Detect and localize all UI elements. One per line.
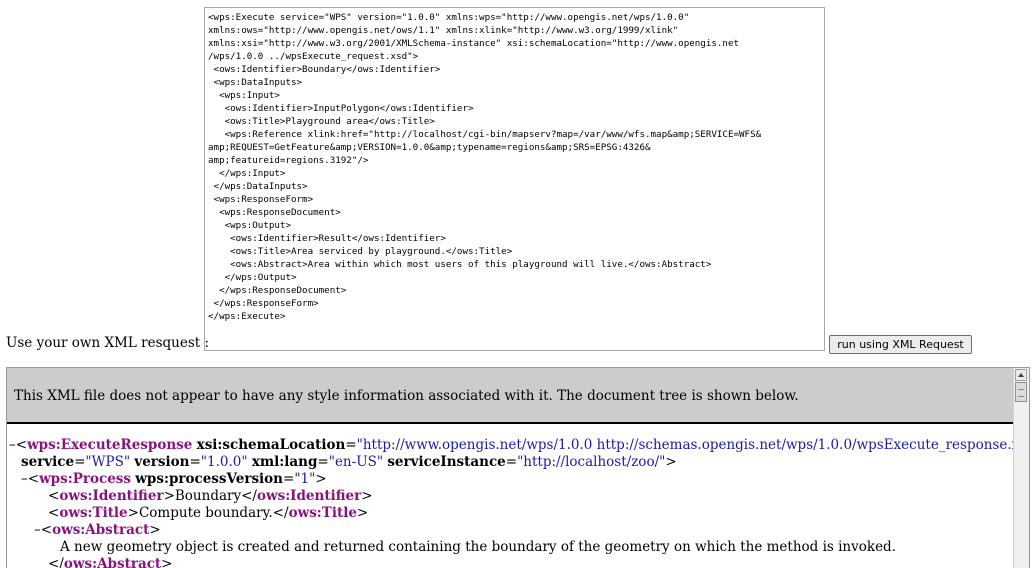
attr-name: version xyxy=(134,454,190,470)
tag-name: ows:Identifier xyxy=(256,488,362,504)
xml-request-textarea[interactable]: <wps:Execute service="WPS" version="1.0.… xyxy=(204,7,825,351)
attr-value: "1" xyxy=(294,471,316,487)
bracket: < xyxy=(48,505,60,521)
attr-name: xml:lang xyxy=(251,454,318,470)
bracket: < xyxy=(27,471,40,487)
equals: = xyxy=(345,437,357,453)
xml-tree: –<wps:ExecuteResponse xsi:schemaLocation… xyxy=(7,424,1013,568)
node-text: A new geometry object is created and ret… xyxy=(60,539,896,555)
bracket: > xyxy=(163,488,175,504)
node-text: Boundary xyxy=(174,488,242,504)
bracket: > xyxy=(356,505,369,521)
run-xml-request-button[interactable]: run using XML Request xyxy=(829,335,972,354)
result-iframe[interactable]: This XML file does not appear to have an… xyxy=(6,367,1030,568)
xml-info-banner: This XML file does not appear to have an… xyxy=(7,368,1013,424)
tree-node-identifier: <ows:Identifier>Boundary</ows:Identifier… xyxy=(9,488,1013,505)
equals: = xyxy=(505,454,518,470)
attr-value: "WPS" xyxy=(85,454,131,470)
tag-name: ows:Abstract xyxy=(52,522,150,538)
tree-node-attrs: service="WPS" version="1.0.0" xml:lang="… xyxy=(9,454,1013,471)
collapse-toggle[interactable]: – xyxy=(9,437,16,453)
attr-value: "en-US" xyxy=(328,454,384,470)
bracket: < xyxy=(40,522,53,538)
bracket: < xyxy=(48,488,60,504)
collapse-toggle[interactable]: – xyxy=(21,471,28,487)
tag-name: ows:Abstract xyxy=(63,556,162,568)
wps-client-page: <wps:Execute service="WPS" version="1.0.… xyxy=(0,0,1032,568)
attr-name: wps:processVersion xyxy=(135,471,283,487)
bracket: > xyxy=(315,471,327,487)
scroll-up-arrow-icon[interactable] xyxy=(1015,369,1027,381)
attr-name: service xyxy=(21,454,75,470)
tree-node-title: <ows:Title>Compute boundary.</ows:Title> xyxy=(9,505,1013,522)
bracket: </ xyxy=(48,556,64,568)
bracket: </ xyxy=(272,505,289,521)
node-text: Compute boundary. xyxy=(138,505,273,521)
attr-value: "1.0.0" xyxy=(200,454,248,470)
bracket: > xyxy=(665,454,677,470)
bracket: > xyxy=(149,522,161,538)
collapse-toggle[interactable]: – xyxy=(34,522,41,538)
equals: = xyxy=(283,471,295,487)
tag-name: ows:Title xyxy=(288,505,357,521)
attr-name: serviceInstance xyxy=(387,454,506,470)
equals: = xyxy=(189,454,201,470)
xml-info-message: This XML file does not appear to have an… xyxy=(14,388,799,404)
tree-node-abstract-close: </ows:Abstract> xyxy=(9,556,1013,568)
result-document: This XML file does not appear to have an… xyxy=(7,368,1013,568)
tree-node-process: –<wps:Process wps:processVersion="1"> xyxy=(9,471,1013,488)
tree-node-abstract: –<ows:Abstract> xyxy=(9,522,1013,539)
attr-name: xsi:schemaLocation xyxy=(196,437,346,453)
tag-name: wps:Process xyxy=(39,471,131,487)
tree-node-abstract-text: A new geometry object is created and ret… xyxy=(9,539,1013,556)
equals: = xyxy=(317,454,329,470)
scroll-thumb[interactable] xyxy=(1015,382,1027,402)
vertical-scrollbar[interactable] xyxy=(1013,368,1029,568)
attr-value: "http://www.opengis.net/wps/1.0.0 http:/… xyxy=(356,437,1013,453)
xml-request-label: Use your own XML resquest : xyxy=(6,335,210,351)
bracket: > xyxy=(361,488,373,504)
tag-name: ows:Title xyxy=(59,505,128,521)
tag-name: wps:ExecuteResponse xyxy=(27,437,193,453)
attr-value: "http://localhost/zoo/" xyxy=(517,454,666,470)
bracket: > xyxy=(161,556,173,568)
bracket: </ xyxy=(241,488,257,504)
tree-node-execute-response: –<wps:ExecuteResponse xsi:schemaLocation… xyxy=(9,437,1013,454)
tag-name: ows:Identifier xyxy=(59,488,164,504)
bracket: < xyxy=(15,437,28,453)
equals: = xyxy=(74,454,86,470)
bracket: > xyxy=(127,505,139,521)
